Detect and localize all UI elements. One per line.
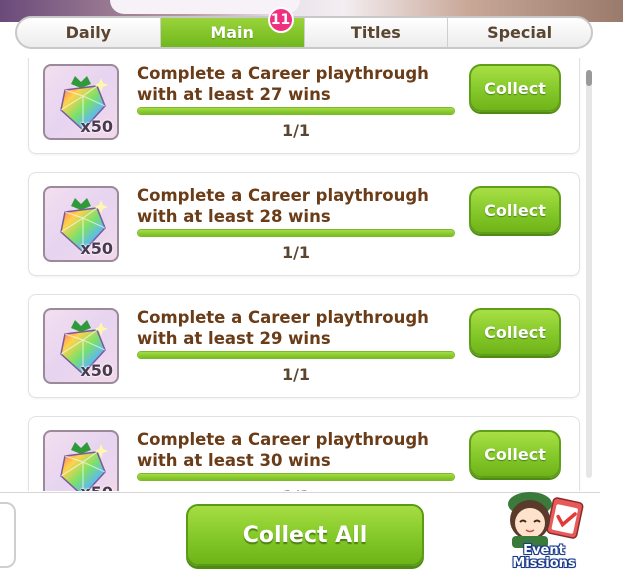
reward-icon[interactable]: x50: [43, 64, 119, 140]
mission-card: x50 Complete a Career playthrough with a…: [28, 416, 580, 491]
collect-button[interactable]: Collect: [469, 308, 561, 356]
progress-bar: [137, 107, 455, 115]
progress-fill: [138, 230, 454, 236]
progress-fill: [138, 474, 454, 480]
mission-title: Complete a Career playthrough with at le…: [137, 430, 429, 470]
side-panel-tab[interactable]: [0, 502, 16, 568]
mission-list[interactable]: x50 Complete a Career playthrough with a…: [10, 58, 600, 491]
reward-icon[interactable]: x50: [43, 308, 119, 384]
collect-button[interactable]: Collect: [469, 64, 561, 112]
progress-count: 1/1: [281, 243, 311, 262]
reward-icon[interactable]: x50: [43, 186, 119, 262]
tab-main[interactable]: Main 11: [160, 7, 305, 47]
collect-button[interactable]: Collect: [469, 430, 561, 478]
progress-bar: [137, 351, 455, 359]
reward-icon[interactable]: x50: [43, 430, 119, 491]
progress-count: 1/1: [137, 487, 455, 491]
mission-card: x50 Complete a Career playthrough with a…: [28, 172, 580, 276]
mission-title: Complete a Career playthrough with at le…: [137, 186, 429, 226]
progress-fill: [138, 352, 454, 358]
progress-count: 1/1: [281, 121, 311, 140]
scrollbar[interactable]: [586, 70, 592, 478]
scrollbar-thumb[interactable]: [586, 70, 592, 86]
mission-title: Complete a Career playthrough with at le…: [137, 64, 429, 104]
reward-quantity: x50: [80, 117, 113, 136]
progress-bar: [137, 229, 455, 237]
tab-special[interactable]: Special: [448, 18, 591, 47]
mission-title: Complete a Career playthrough with at le…: [137, 308, 429, 348]
notification-badge: 11: [267, 7, 294, 33]
tab-label: Main: [210, 23, 254, 42]
tab-daily[interactable]: Daily: [17, 18, 161, 47]
tab-titles[interactable]: Titles: [305, 18, 449, 47]
event-missions-label: Event Missions: [512, 543, 576, 571]
event-missions-button[interactable]: Event Missions: [498, 486, 590, 574]
mission-tabs: Daily Main 11 Titles Special: [15, 7, 593, 49]
tab-label: Daily: [65, 23, 112, 42]
progress-count: 1/1: [281, 365, 311, 384]
reward-quantity: x50: [80, 483, 113, 491]
collect-button[interactable]: Collect: [469, 186, 561, 234]
tab-label: Titles: [350, 23, 401, 42]
progress-fill: [138, 108, 454, 114]
progress-bar: [137, 473, 455, 481]
mission-card: x50 Complete a Career playthrough with a…: [28, 294, 580, 398]
collect-all-button[interactable]: Collect All: [186, 504, 424, 566]
event-missions-icon: [508, 492, 584, 548]
reward-quantity: x50: [80, 239, 113, 258]
reward-quantity: x50: [80, 361, 113, 380]
mission-card: x50 Complete a Career playthrough with a…: [28, 58, 580, 154]
tab-label: Special: [487, 23, 553, 42]
